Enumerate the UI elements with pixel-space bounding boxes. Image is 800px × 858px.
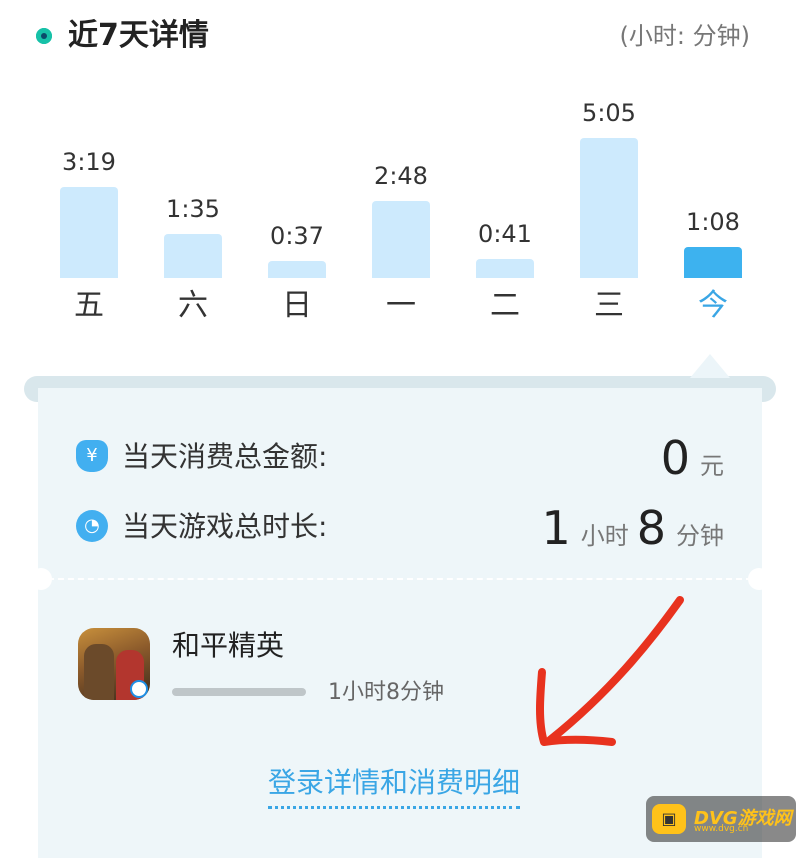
- game-name[interactable]: 和平精英: [172, 628, 284, 664]
- bar-value-label: 0:41: [478, 220, 532, 248]
- day-tick-label[interactable]: 今: [661, 288, 765, 324]
- spend-value-group: 0 元: [661, 426, 724, 486]
- clock-icon: ◔: [76, 510, 108, 542]
- section-title: 近7天详情: [68, 18, 209, 53]
- playtime-label: 当天游戏总时长:: [122, 510, 328, 543]
- card-pointer: [690, 354, 730, 378]
- chart-bar[interactable]: [476, 259, 534, 278]
- playtime-hours: 1: [541, 501, 571, 555]
- bar-value-label: 2:48: [374, 162, 428, 190]
- bar-value-label: 5:05: [582, 99, 636, 127]
- card-divider: [38, 578, 762, 580]
- day-tick-label[interactable]: 三: [557, 288, 661, 324]
- gamepad-logo-icon: ▣: [652, 804, 686, 834]
- spend-unit: 元: [700, 452, 724, 480]
- divider-notch-left: [30, 568, 52, 590]
- playtime-minutes: 8: [636, 501, 666, 555]
- playtime-hours-unit: 小时: [580, 522, 629, 550]
- bar-value-label: 1:08: [686, 208, 740, 236]
- playtime-minutes-unit: 分钟: [676, 522, 724, 550]
- playtime-row: ◔ 当天游戏总时长: 1 小时 8 分钟: [76, 496, 736, 556]
- chart-bar[interactable]: [60, 187, 118, 278]
- weekly-playtime-chart: 3:19 五 1:35 六 0:37 日 2:48 一 0:41 二 5:05 三 1:08 今: [0, 80, 800, 340]
- money-bag-icon: ¥: [76, 440, 108, 472]
- red-arrow-annotation: [536, 596, 684, 746]
- day-tick-label[interactable]: 一: [349, 288, 453, 324]
- divider-notch-right: [748, 568, 770, 590]
- spend-value: 0: [660, 431, 690, 485]
- site-watermark: ▣ DVG游戏网 www.dvg.cn: [646, 796, 796, 842]
- day-tick-label[interactable]: 五: [37, 288, 141, 324]
- game-app-icon[interactable]: [78, 628, 150, 700]
- login-and-spending-details-link[interactable]: 登录详情和消费明细: [268, 764, 521, 809]
- spend-label: 当天消费总金额:: [122, 440, 328, 473]
- day-tick-label[interactable]: 二: [453, 288, 557, 324]
- bar-value-label: 0:37: [270, 222, 324, 250]
- day-tick-label[interactable]: 日: [245, 288, 349, 324]
- tencent-badge-icon: [130, 680, 148, 698]
- icon-character-left: [84, 644, 114, 700]
- bar-value-label: 3:19: [62, 148, 116, 176]
- unit-label: (小时: 分钟): [619, 22, 750, 50]
- chart-bar[interactable]: [372, 201, 430, 278]
- chart-bar[interactable]: [164, 234, 222, 278]
- game-playtime: 1小时8分钟: [328, 680, 444, 705]
- bar-value-label: 1:35: [166, 195, 220, 223]
- game-playtime-bar: [172, 688, 306, 696]
- spend-row: ¥ 当天消费总金额: 0 元: [76, 426, 736, 486]
- chart-bar[interactable]: [580, 138, 638, 278]
- day-tick-label[interactable]: 六: [141, 288, 245, 324]
- bullet-dot-icon: [36, 28, 52, 44]
- playtime-value-group: 1 小时 8 分钟: [541, 496, 724, 556]
- chart-bar[interactable]: [268, 261, 326, 278]
- watermark-url: www.dvg.cn: [694, 824, 749, 834]
- section-header: 近7天详情 (小时: 分钟): [0, 0, 800, 80]
- chart-bar[interactable]: [684, 247, 742, 278]
